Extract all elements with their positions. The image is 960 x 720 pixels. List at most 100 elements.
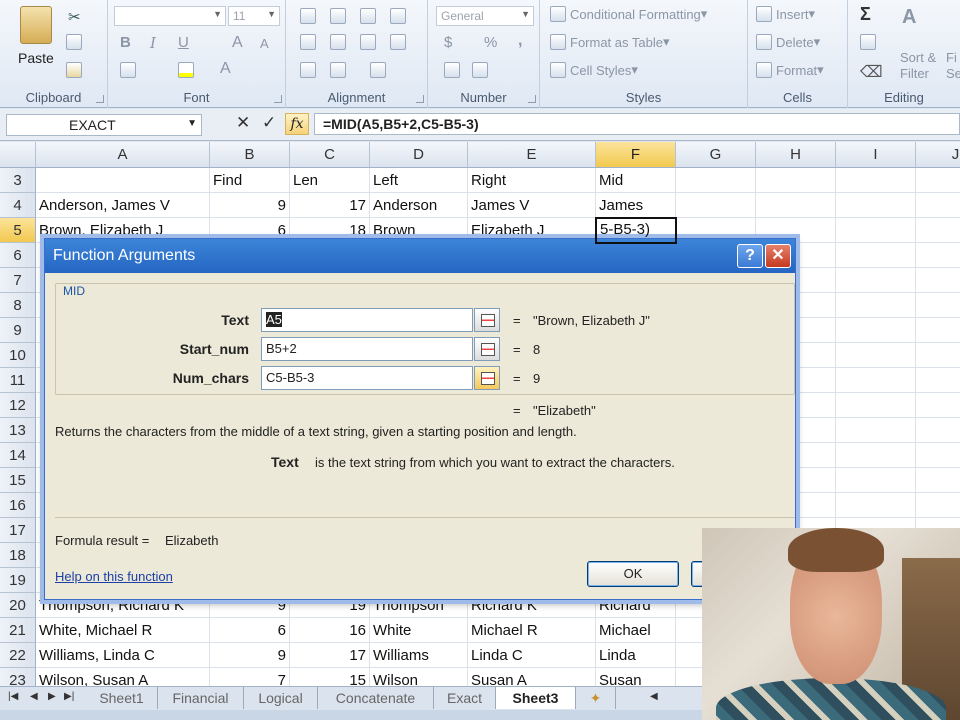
insert-function-button[interactable]: fx bbox=[285, 113, 309, 135]
bold-button[interactable]: B bbox=[120, 34, 131, 51]
copy-icon[interactable] bbox=[66, 34, 86, 50]
cut-icon[interactable]: ✂ bbox=[68, 8, 81, 26]
cell-f21[interactable]: Michael bbox=[596, 618, 676, 643]
currency-button[interactable]: $ bbox=[444, 34, 452, 51]
next-sheet-icon[interactable]: ▶ bbox=[48, 691, 56, 702]
select-label[interactable]: Se bbox=[946, 66, 960, 81]
cell-f4[interactable]: James bbox=[596, 193, 676, 218]
row-header[interactable]: 16 bbox=[0, 493, 36, 518]
name-box[interactable]: EXACT ▼ bbox=[6, 114, 202, 136]
shrink-font-button[interactable]: A bbox=[260, 36, 269, 51]
row-header[interactable]: 4 bbox=[0, 193, 36, 218]
cell-c4[interactable]: 17 bbox=[290, 193, 370, 218]
first-sheet-icon[interactable]: |◀ bbox=[8, 691, 18, 702]
font-size-combo[interactable]: 11 ▼ bbox=[228, 6, 280, 26]
increase-decimal-icon[interactable] bbox=[444, 62, 464, 78]
cell-e23[interactable]: Susan A bbox=[468, 668, 596, 686]
row-header[interactable]: 22 bbox=[0, 643, 36, 668]
cell-f22[interactable]: Linda bbox=[596, 643, 676, 668]
column-header-b[interactable]: B bbox=[210, 142, 290, 168]
autosum-button[interactable]: Σ bbox=[860, 4, 871, 25]
delete-button[interactable]: Delete ▾ bbox=[756, 34, 820, 50]
cell-d3[interactable]: Left bbox=[370, 168, 468, 193]
column-header-a[interactable]: A bbox=[36, 142, 210, 168]
row-header[interactable]: 11 bbox=[0, 368, 36, 393]
text-arg-input[interactable]: A5 bbox=[261, 308, 473, 332]
cell-c22[interactable]: 17 bbox=[290, 643, 370, 668]
format-painter-icon[interactable] bbox=[66, 62, 86, 78]
column-header-g[interactable]: G bbox=[676, 142, 756, 168]
format-button[interactable]: Format ▾ bbox=[756, 62, 824, 78]
cell-c21[interactable]: 16 bbox=[290, 618, 370, 643]
cell-d22[interactable]: Williams bbox=[370, 643, 468, 668]
orientation-icon[interactable] bbox=[390, 8, 410, 24]
cell-styles-button[interactable]: Cell Styles ▾ bbox=[550, 62, 638, 78]
cell-c23[interactable]: 15 bbox=[290, 668, 370, 686]
row-header[interactable]: 7 bbox=[0, 268, 36, 293]
sort-label[interactable]: Sort & bbox=[900, 50, 936, 65]
cell-d4[interactable]: Anderson bbox=[370, 193, 468, 218]
decrease-decimal-icon[interactable] bbox=[472, 62, 492, 78]
decrease-indent-icon[interactable] bbox=[300, 62, 320, 78]
ok-button[interactable]: OK bbox=[587, 561, 679, 587]
cell-c3[interactable]: Len bbox=[290, 168, 370, 193]
row-header[interactable]: 9 bbox=[0, 318, 36, 343]
italic-button[interactable]: I bbox=[150, 34, 156, 52]
row-header[interactable]: 20 bbox=[0, 593, 36, 618]
cell-a22[interactable]: Williams, Linda C bbox=[36, 643, 210, 668]
filter-label[interactable]: Filter bbox=[900, 66, 929, 81]
alignment-launcher-icon[interactable] bbox=[416, 95, 424, 103]
select-all-corner[interactable] bbox=[0, 142, 36, 168]
row-header[interactable]: 18 bbox=[0, 543, 36, 568]
prev-sheet-icon[interactable]: ◀ bbox=[30, 691, 38, 702]
row-header[interactable]: 14 bbox=[0, 443, 36, 468]
cell-f3[interactable]: Mid bbox=[596, 168, 676, 193]
align-middle-icon[interactable] bbox=[330, 8, 350, 24]
sheet-tab[interactable]: Concatenate bbox=[318, 687, 434, 709]
fill-color-icon[interactable] bbox=[178, 62, 198, 78]
column-header-e[interactable]: E bbox=[468, 142, 596, 168]
dialog-title[interactable]: Function Arguments bbox=[45, 239, 795, 273]
active-cell-f5[interactable]: 5-B5-3) bbox=[595, 217, 677, 244]
borders-icon[interactable] bbox=[120, 62, 140, 78]
cell-b23[interactable]: 7 bbox=[210, 668, 290, 686]
underline-button[interactable]: U bbox=[178, 34, 189, 51]
increase-indent-icon[interactable] bbox=[330, 62, 350, 78]
conditional-formatting-button[interactable]: Conditional Formatting ▾ bbox=[550, 6, 707, 22]
close-button[interactable]: ✕ bbox=[765, 244, 791, 268]
fill-icon[interactable] bbox=[860, 34, 880, 50]
font-color-button[interactable]: A bbox=[220, 60, 231, 78]
enter-icon[interactable]: ✓ bbox=[262, 113, 276, 133]
formula-input[interactable]: =MID(A5,B5+2,C5-B5-3) bbox=[314, 113, 960, 135]
sheet-tab[interactable]: Financial bbox=[158, 687, 244, 709]
sheet-tab[interactable]: Sheet1 bbox=[86, 687, 158, 709]
cell-d21[interactable]: White bbox=[370, 618, 468, 643]
cell-e22[interactable]: Linda C bbox=[468, 643, 596, 668]
clear-icon[interactable]: ⌫ bbox=[860, 62, 883, 82]
collapse-dialog-icon[interactable] bbox=[474, 366, 500, 390]
paste-button[interactable]: Paste bbox=[18, 50, 54, 66]
help-on-function-link[interactable]: Help on this function bbox=[55, 569, 173, 584]
cell-a21[interactable]: White, Michael R bbox=[36, 618, 210, 643]
column-header-c[interactable]: C bbox=[290, 142, 370, 168]
cell-a23[interactable]: Wilson, Susan A bbox=[36, 668, 210, 686]
font-launcher-icon[interactable] bbox=[274, 95, 282, 103]
cell-e4[interactable]: James V bbox=[468, 193, 596, 218]
cell-b3[interactable]: Find bbox=[210, 168, 290, 193]
row-header[interactable]: 19 bbox=[0, 568, 36, 593]
column-header-h[interactable]: H bbox=[756, 142, 836, 168]
column-header-d[interactable]: D bbox=[370, 142, 468, 168]
align-center-icon[interactable] bbox=[330, 34, 350, 50]
row-header[interactable]: 8 bbox=[0, 293, 36, 318]
column-header-j[interactable]: J bbox=[916, 142, 960, 168]
find-label[interactable]: Fi bbox=[946, 50, 957, 65]
last-sheet-icon[interactable]: ▶| bbox=[64, 691, 74, 702]
start-num-arg-input[interactable]: B5+2 bbox=[261, 337, 473, 361]
column-header-i[interactable]: I bbox=[836, 142, 916, 168]
num-chars-arg-input[interactable]: C5-B5-3 bbox=[261, 366, 473, 390]
sheet-tab[interactable]: Exact bbox=[434, 687, 496, 709]
row-header[interactable]: 3 bbox=[0, 168, 36, 193]
sheet-tab-active[interactable]: Sheet3 bbox=[496, 687, 576, 709]
row-header[interactable]: 12 bbox=[0, 393, 36, 418]
merge-center-icon[interactable] bbox=[390, 34, 410, 50]
